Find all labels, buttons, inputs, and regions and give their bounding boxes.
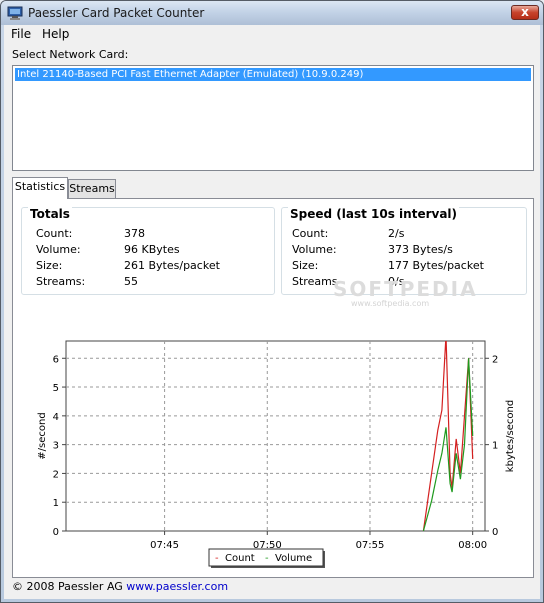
y-tick-label: 1 — [53, 498, 59, 509]
speed-volume-value: 373 Bytes/s — [388, 243, 453, 256]
totals-group: Totals Count: 378 Volume: 96 KBytes Size… — [21, 207, 275, 295]
statistics-panel: Totals Count: 378 Volume: 96 KBytes Size… — [12, 198, 534, 578]
y-tick-label: 5 — [53, 383, 59, 394]
speed-count-label: Count: — [292, 227, 329, 240]
totals-size-label: Size: — [36, 259, 63, 272]
softpedia-watermark: SOFTPEDIA — [333, 277, 478, 301]
y2-axis-label: kbytes/second — [505, 400, 516, 472]
legend-volume-label: Volume — [275, 553, 312, 564]
speed-count-value: 2/s — [388, 227, 405, 240]
totals-size-value: 261 Bytes/packet — [124, 259, 220, 272]
totals-streams-value: 55 — [124, 275, 138, 288]
totals-count-value: 378 — [124, 227, 145, 240]
paessler-link[interactable]: www.paessler.com — [126, 580, 228, 593]
tab-statistics[interactable]: Statistics — [12, 177, 68, 199]
speed-size-value: 177 Bytes/packet — [388, 259, 484, 272]
x-tick-label: 07:45 — [150, 540, 179, 551]
app-window: Paessler Card Packet Counter x File Help… — [0, 0, 544, 603]
footer: © 2008 Paessler AG www.paessler.com — [12, 580, 228, 593]
legend-count-marker: - — [215, 553, 219, 564]
speed-size-label: Size: — [292, 259, 319, 272]
network-card-icon — [7, 6, 23, 20]
select-network-card-label: Select Network Card: — [12, 48, 129, 61]
client-area: File Help Select Network Card: Intel 211… — [4, 25, 540, 599]
y-tick-label: 3 — [53, 441, 59, 452]
y2-tick-label: 0 — [492, 527, 498, 538]
network-card-list[interactable]: Intel 21140-Based PCI Fast Ethernet Adap… — [12, 65, 534, 171]
totals-volume-label: Volume: — [36, 243, 81, 256]
traffic-chart: 07:45 07:50 07:55 08:000123456012#/second kb… — [37, 340, 516, 568]
menu-help[interactable]: Help — [42, 27, 69, 41]
y2-tick-label: 1 — [492, 441, 498, 452]
menu-bar: File Help — [4, 25, 540, 43]
y2-tick-label: 2 — [492, 354, 498, 365]
y-tick-label: 6 — [53, 354, 59, 365]
y-axis-label: #/second — [37, 412, 48, 459]
totals-title: Totals — [28, 207, 72, 221]
y-tick-label: 2 — [53, 469, 59, 480]
totals-streams-label: Streams: — [36, 275, 86, 288]
speed-volume-label: Volume: — [292, 243, 337, 256]
copyright-text: © 2008 Paessler AG — [12, 580, 123, 593]
y-tick-label: 4 — [53, 412, 59, 423]
speed-streams-label: Streams — [292, 275, 338, 288]
tab-streams[interactable]: Streams — [68, 179, 116, 198]
title-bar[interactable]: Paessler Card Packet Counter x — [1, 1, 543, 25]
network-card-item[interactable]: Intel 21140-Based PCI Fast Ethernet Adap… — [15, 68, 531, 81]
close-button[interactable]: x — [511, 5, 539, 20]
menu-file[interactable]: File — [11, 27, 31, 41]
legend-count-label: Count — [225, 553, 255, 564]
legend-volume-marker: - — [265, 553, 269, 564]
window-title: Paessler Card Packet Counter — [28, 6, 205, 20]
totals-count-label: Count: — [36, 227, 73, 240]
y-tick-label: 0 — [53, 527, 59, 538]
speed-title: Speed (last 10s interval) — [288, 207, 460, 221]
x-tick-label: 07:55 — [356, 540, 385, 551]
x-tick-label: 08:00 — [458, 540, 487, 551]
totals-volume-value: 96 KBytes — [124, 243, 180, 256]
